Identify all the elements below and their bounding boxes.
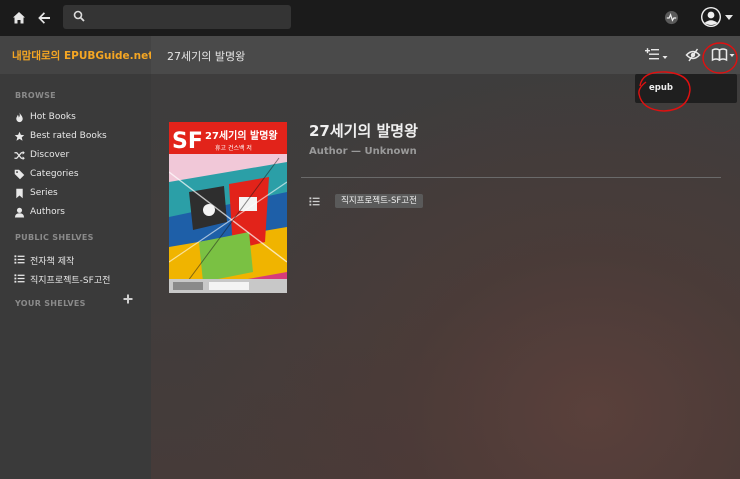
sidebar-shelf-sf-classics[interactable]: 직지프로젝트-SF고전 (0, 270, 151, 288)
dropdown-item-epub[interactable]: epub (649, 83, 673, 93)
page-title: 27세기의 발명왕 (167, 50, 246, 63)
sidebar-item-label: Best rated Books (30, 131, 107, 141)
add-to-shelf-button[interactable] (645, 47, 669, 63)
book-title: 27세기의 발명왕 (309, 122, 418, 140)
cover-logo: SF (172, 129, 203, 154)
book-cover-image: SF 27세기의 발명왕 휴고 건스백 저 (169, 122, 287, 293)
brand-link[interactable]: 내맘대로의 EPUBGuide.net (12, 48, 153, 63)
profile-menu[interactable] (700, 6, 734, 28)
search-icon (73, 10, 85, 22)
eye-slash-icon (685, 48, 701, 62)
your-shelves-title: YOUR SHELVES (15, 299, 86, 308)
mark-read-button[interactable] (685, 47, 701, 63)
sidebar-item-authors[interactable]: Authors (0, 204, 151, 222)
read-format-dropdown: epub (635, 74, 737, 103)
divider (301, 177, 721, 178)
search-box[interactable] (63, 5, 291, 29)
sidebar-item-label: Authors (30, 207, 65, 217)
sidebar-item-series[interactable]: Series (0, 185, 151, 203)
sidebar-item-best-rated[interactable]: Best rated Books (0, 128, 151, 146)
sidebar-item-label: Series (30, 188, 58, 198)
brand-bar: 내맘대로의 EPUBGuide.net (0, 36, 153, 74)
open-book-icon (711, 48, 735, 62)
sidebar-item-label: 전자책 제작 (30, 257, 75, 267)
sidebar-item-hot-books[interactable]: Hot Books (0, 109, 151, 127)
fire-icon (16, 112, 23, 123)
main-content: 27세기의 발명왕 epub SF 27세기의 발명왕 휴고 건스백 저 27세… (151, 36, 740, 479)
search-input[interactable] (93, 7, 287, 27)
top-navbar (0, 0, 740, 36)
sidebar-item-label: 직지프로젝트-SF고전 (30, 276, 111, 286)
plus-icon[interactable] (122, 293, 134, 305)
tag-icon (14, 169, 25, 180)
sidebar-item-label: Hot Books (30, 112, 76, 122)
tasks-icon[interactable] (664, 9, 679, 26)
book-cover[interactable]: SF 27세기의 발명왕 휴고 건스백 저 (169, 122, 287, 293)
sidebar-item-categories[interactable]: Categories (0, 166, 151, 184)
read-book-button[interactable] (711, 47, 737, 63)
sidebar-item-discover[interactable]: Discover (0, 147, 151, 165)
cover-title: 27세기의 발명왕 (205, 129, 278, 142)
star-icon (14, 131, 25, 141)
arrow-left-icon[interactable] (36, 10, 52, 26)
shuffle-icon (14, 150, 25, 161)
caret-down-icon (725, 15, 733, 20)
sidebar-item-label: Discover (30, 150, 70, 160)
user-icon (14, 207, 25, 218)
book-author: Author — Unknown (309, 146, 417, 157)
sidebar-shelf-ebook-making[interactable]: 전자책 제작 (0, 251, 151, 269)
browse-section-title: BROWSE (15, 91, 56, 100)
add-to-list-icon (645, 48, 668, 60)
list-icon (309, 197, 320, 206)
bookmark-icon (16, 188, 23, 199)
list-icon (14, 255, 25, 264)
content-header: 27세기의 발명왕 (151, 36, 740, 74)
sidebar-item-label: Categories (30, 169, 79, 179)
public-shelves-title: PUBLIC SHELVES (15, 233, 94, 242)
shelf-tag[interactable]: 직지프로젝트-SF고전 (335, 194, 423, 208)
cover-subtitle: 휴고 건스백 저 (215, 144, 252, 152)
sidebar: 내맘대로의 EPUBGuide.net BROWSE Hot Books Bes… (0, 36, 153, 479)
list-icon (14, 274, 25, 283)
home-icon[interactable] (11, 10, 27, 26)
avatar-icon (701, 7, 721, 27)
